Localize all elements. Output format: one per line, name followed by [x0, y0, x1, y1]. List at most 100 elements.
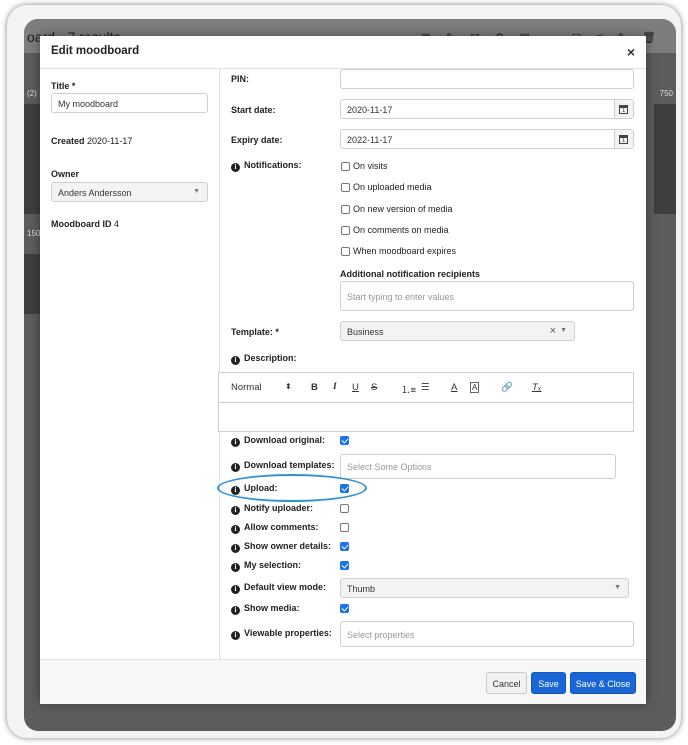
show-owner-details-checkbox[interactable] — [340, 542, 349, 551]
expiry-date-input[interactable]: 2022-11-17 — [340, 129, 634, 149]
allow-comments-label: i Allow comments: — [231, 522, 319, 534]
notify-uploader-checkbox[interactable] — [340, 504, 349, 513]
template-label: Template: * — [231, 327, 279, 337]
info-icon: i — [231, 163, 240, 172]
moodboard-id-value: 4 — [114, 219, 120, 229]
chevron-down-icon: ▼ — [560, 327, 567, 334]
info-icon: i — [231, 631, 240, 640]
notify-on-visits-checkbox[interactable] — [341, 162, 350, 171]
additional-recipients-input[interactable]: Start typing to enter values — [340, 281, 634, 311]
viewable-properties-placeholder: Select properties — [347, 630, 415, 640]
owner-value: Anders Andersson — [58, 188, 132, 198]
owner-select[interactable]: Anders Andersson ▼ — [51, 182, 208, 202]
download-original-checkbox[interactable] — [340, 436, 349, 445]
description-editor: Normal ⬍ B I U S ⒈≡ ☰ A A 🔗 Tₓ — [218, 372, 634, 432]
save-button[interactable]: Save — [531, 672, 566, 694]
start-date-calendar-button[interactable] — [614, 100, 633, 118]
expiry-date-label: Expiry date: — [231, 135, 283, 145]
info-icon: i — [231, 438, 240, 447]
owner-label: Owner — [51, 169, 80, 179]
notify-on-comments-checkbox[interactable] — [341, 226, 350, 235]
start-date-value: 2020-11-17 — [347, 105, 393, 115]
bullet-list-icon[interactable]: ☰ — [421, 382, 430, 393]
editor-content-area[interactable] — [219, 403, 633, 431]
start-date-input[interactable]: 2020-11-17 — [340, 99, 634, 119]
default-view-mode-value: Thumb — [347, 584, 376, 594]
my-selection-label-text: My selection: — [244, 560, 302, 570]
info-icon: i — [231, 563, 240, 572]
pin-label: PIN: — [231, 74, 249, 84]
notify-on-new-version-checkbox[interactable] — [341, 205, 350, 214]
text-color-icon[interactable]: A — [451, 382, 457, 393]
download-templates-select[interactable]: Select Some Options — [340, 454, 616, 479]
format-select[interactable]: Normal — [231, 382, 262, 393]
italic-button[interactable]: I — [333, 382, 337, 392]
description-label-text: Description: — [244, 353, 297, 363]
editor-toolbar: Normal ⬍ B I U S ⒈≡ ☰ A A 🔗 Tₓ — [219, 373, 633, 403]
title-input[interactable]: My moodboard — [51, 93, 208, 113]
edit-moodboard-modal: Edit moodboard × Title * My moodboard Cr… — [40, 36, 646, 704]
show-media-checkbox[interactable] — [340, 604, 349, 613]
background-side-label: (2) — [27, 89, 37, 98]
clear-format-button[interactable]: Tₓ — [532, 382, 541, 393]
viewable-properties-label-text: Viewable properties: — [244, 628, 332, 638]
ordered-list-icon[interactable]: ⒈≡ — [401, 382, 416, 396]
notify-uploader-label-text: Notify uploader: — [244, 503, 313, 513]
modal-title: Edit moodboard — [51, 45, 140, 57]
show-media-label: i Show media: — [231, 603, 300, 615]
modal-header: Edit moodboard × — [40, 36, 646, 69]
start-date-label: Start date: — [231, 105, 276, 115]
info-icon: i — [231, 525, 240, 534]
expiry-date-calendar-button[interactable] — [614, 130, 633, 148]
modal-footer: Cancel Save Save & Close — [40, 659, 646, 704]
notify-on-uploaded-media-checkbox[interactable] — [341, 183, 350, 192]
info-icon: i — [231, 544, 240, 553]
bold-button[interactable]: B — [311, 382, 318, 393]
allow-comments-label-text: Allow comments: — [244, 522, 319, 532]
expiry-date-value: 2022-11-17 — [347, 135, 393, 145]
background-color-icon[interactable]: A — [470, 382, 480, 393]
moodboard-id-label: Moodboard ID — [51, 219, 112, 229]
cancel-button[interactable]: Cancel — [486, 672, 527, 694]
default-view-mode-select[interactable]: Thumb ▼ — [340, 578, 629, 598]
default-view-mode-label: i Default view mode: — [231, 582, 326, 594]
format-select-value: Normal — [231, 382, 262, 393]
download-original-label-text: Download original: — [244, 435, 325, 445]
strike-button[interactable]: S — [371, 382, 377, 393]
close-icon[interactable]: × — [627, 44, 635, 60]
clear-format-label: T — [532, 382, 538, 393]
notify-on-comments-label: On comments on media — [353, 225, 449, 235]
chevron-down-icon: ▼ — [614, 584, 621, 591]
show-owner-details-label: i Show owner details: — [231, 541, 331, 553]
title-label: Title * — [51, 81, 76, 91]
viewable-properties-select[interactable]: Select properties — [340, 621, 634, 647]
my-selection-checkbox[interactable] — [340, 561, 349, 570]
clear-icon[interactable]: × — [550, 325, 556, 337]
save-and-close-button[interactable]: Save & Close — [570, 672, 636, 694]
moodboard-id-info: Moodboard ID 4 — [51, 219, 119, 229]
additional-recipients-placeholder: Start typing to enter values — [347, 292, 455, 302]
notify-uploader-label: i Notify uploader: — [231, 503, 313, 515]
link-icon[interactable]: 🔗 — [501, 382, 513, 393]
download-templates-label-text: Download templates: — [244, 460, 335, 470]
underline-button[interactable]: U — [352, 382, 359, 393]
created-value: 2020-11-17 — [87, 136, 133, 146]
pin-input[interactable] — [340, 69, 634, 89]
notifications-label: i Notifications: — [231, 160, 302, 172]
notifications-label-text: Notifications: — [244, 160, 302, 170]
chevron-down-icon: ▼ — [193, 188, 200, 195]
my-selection-label: i My selection: — [231, 560, 301, 572]
info-icon: i — [231, 606, 240, 615]
notify-when-expires-checkbox[interactable] — [341, 247, 350, 256]
download-templates-label: i Download templates: — [231, 460, 335, 472]
format-chevron-icon: ⬍ — [285, 382, 292, 391]
notify-on-visits-label: On visits — [353, 161, 388, 171]
calendar-icon — [619, 135, 628, 144]
moodboard-summary-panel: Title * My moodboard Created 2020-11-17 … — [40, 69, 220, 659]
template-select[interactable]: Business × ▼ — [340, 321, 575, 341]
info-icon: i — [231, 585, 240, 594]
background-side-label: 750 — [659, 89, 673, 98]
allow-comments-checkbox[interactable] — [340, 523, 349, 532]
viewable-properties-label: i Viewable properties: — [231, 628, 332, 640]
show-owner-details-label-text: Show owner details: — [244, 541, 332, 551]
